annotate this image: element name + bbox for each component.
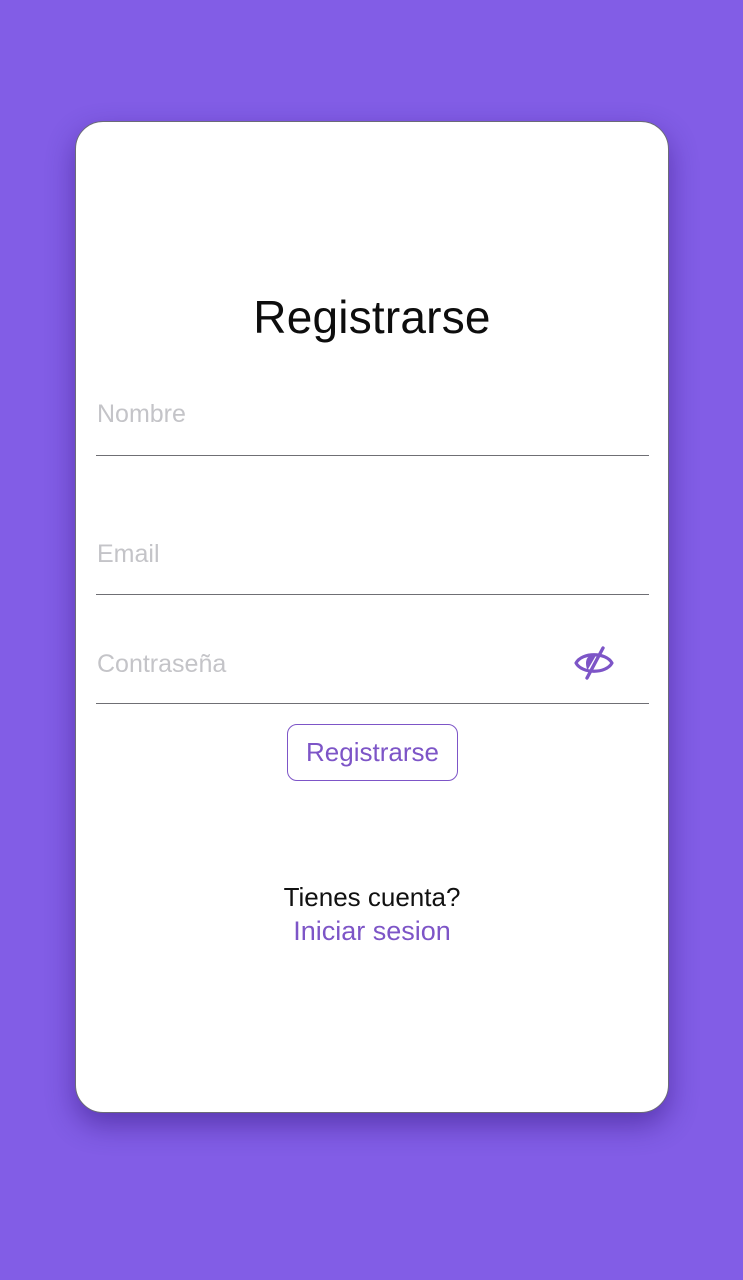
- email-field[interactable]: Email: [96, 522, 649, 595]
- eye-off-icon[interactable]: [572, 646, 616, 680]
- name-field[interactable]: Nombre: [96, 384, 649, 456]
- email-placeholder: Email: [97, 540, 160, 568]
- register-card: Registrarse Nombre Email Contraseña Regi…: [75, 121, 669, 1113]
- password-field[interactable]: Contraseña: [96, 632, 649, 704]
- login-link[interactable]: Iniciar sesion: [76, 916, 668, 947]
- name-placeholder: Nombre: [97, 400, 186, 428]
- register-button[interactable]: Registrarse: [287, 724, 458, 781]
- account-question: Tienes cuenta?: [283, 882, 461, 912]
- page-title: Registrarse: [253, 291, 491, 343]
- password-placeholder: Contraseña: [97, 650, 227, 678]
